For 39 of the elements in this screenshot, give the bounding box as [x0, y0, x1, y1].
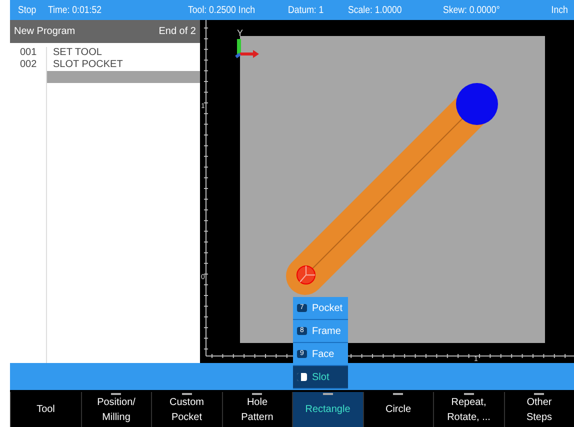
line-number: 002: [10, 59, 47, 71]
axis-triad-icon: [235, 39, 259, 58]
menu-label: Pocket: [312, 302, 343, 314]
soft-key-label: Rectangle: [305, 403, 350, 417]
line-number: 001: [10, 47, 47, 59]
axis-label: Y: [237, 28, 244, 38]
status-text: Stop: [18, 4, 38, 16]
soft-key-label: Tool: [36, 403, 55, 417]
status-text: Skew: 0.0000°: [443, 4, 501, 16]
soft-key[interactable]: Position/ Milling: [80, 392, 151, 427]
status-text: Time: 0:01:52: [48, 4, 102, 16]
soft-key-label: Other Steps: [526, 396, 552, 424]
program-title: New Program: [14, 26, 76, 37]
soft-key-label: Custom Pocket: [170, 396, 204, 424]
soft-key[interactable]: Repeat, Rotate, ...: [433, 392, 504, 427]
tool-end-circle: [456, 83, 498, 125]
status-text: Inch: [551, 4, 568, 16]
status-text: Datum: 1: [288, 4, 325, 16]
menu-label: Frame: [312, 326, 341, 336]
soft-key[interactable]: Custom Pocket: [151, 392, 222, 427]
status-text: Scale: 1.0000: [348, 4, 403, 16]
soft-key[interactable]: Rectangle: [292, 392, 362, 427]
menu-item[interactable]: Slot: [293, 366, 348, 389]
cursor-row[interactable]: [47, 71, 200, 83]
program-step[interactable]: SLOT POCKET: [47, 59, 200, 71]
start-point-marker: [296, 266, 316, 284]
soft-key[interactable]: Tool: [10, 392, 80, 427]
menu-label: Slot: [312, 372, 330, 382]
soft-key-label: Repeat, Rotate, ...: [447, 396, 490, 424]
status-text: Tool: 0.2500 Inch: [188, 4, 256, 16]
slot-icon: [297, 373, 307, 381]
soft-key-label: Hole Pattern: [241, 396, 274, 424]
soft-key-label: Circle: [385, 403, 412, 417]
soft-key[interactable]: Other Steps: [504, 392, 574, 427]
program-position: End of 2: [158, 26, 196, 37]
soft-key[interactable]: Circle: [362, 392, 433, 427]
soft-key-label: Position/ Milling: [97, 396, 136, 424]
program-step[interactable]: SET TOOL: [47, 47, 200, 59]
menu-label: Face: [312, 348, 334, 360]
